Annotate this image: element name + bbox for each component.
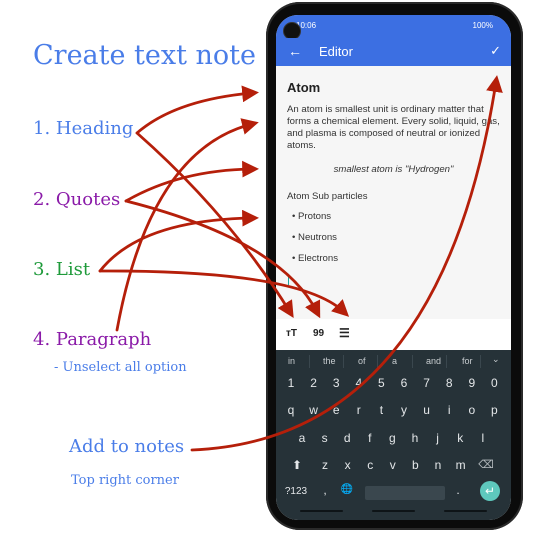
arrow-add-to-notes [190, 75, 503, 452]
arrow-quotes-to-quote [124, 160, 259, 203]
arrow-paragraph-to-text [115, 118, 259, 332]
arrow-heading-to-toolbar [135, 131, 294, 318]
arrow-list-to-toolbar [98, 269, 350, 317]
annotation-arrows [98, 75, 503, 452]
arrow-heading-to-title [135, 85, 259, 135]
